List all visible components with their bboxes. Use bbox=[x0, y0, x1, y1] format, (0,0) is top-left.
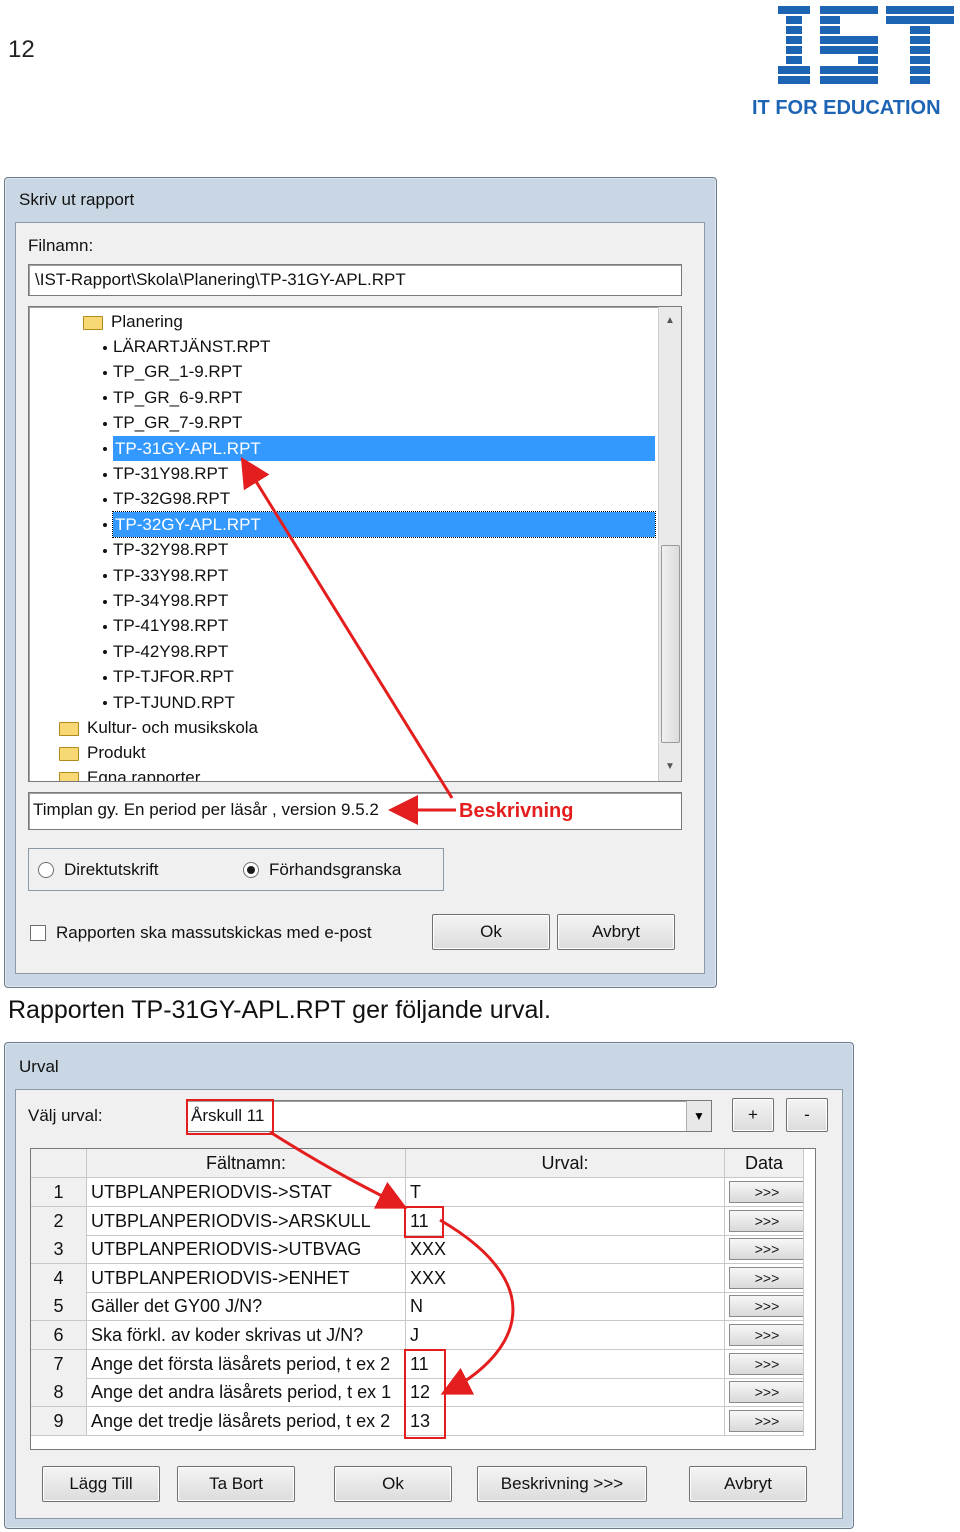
describe-button[interactable]: Beskrivning >>> bbox=[477, 1466, 647, 1502]
urval-cancel-button[interactable]: Avbryt bbox=[689, 1466, 807, 1502]
arrow-to-selected-file bbox=[240, 456, 454, 799]
arrow-to-periods bbox=[439, 1218, 515, 1395]
urval-arrows bbox=[269, 1130, 515, 1395]
remove-button[interactable]: Ta Bort bbox=[177, 1466, 295, 1502]
arrow-to-arskull bbox=[269, 1130, 408, 1209]
urval-ok-button[interactable]: Ok bbox=[334, 1466, 452, 1502]
add-button[interactable]: Lägg Till bbox=[42, 1466, 160, 1502]
annotation-arrows bbox=[240, 456, 456, 825]
